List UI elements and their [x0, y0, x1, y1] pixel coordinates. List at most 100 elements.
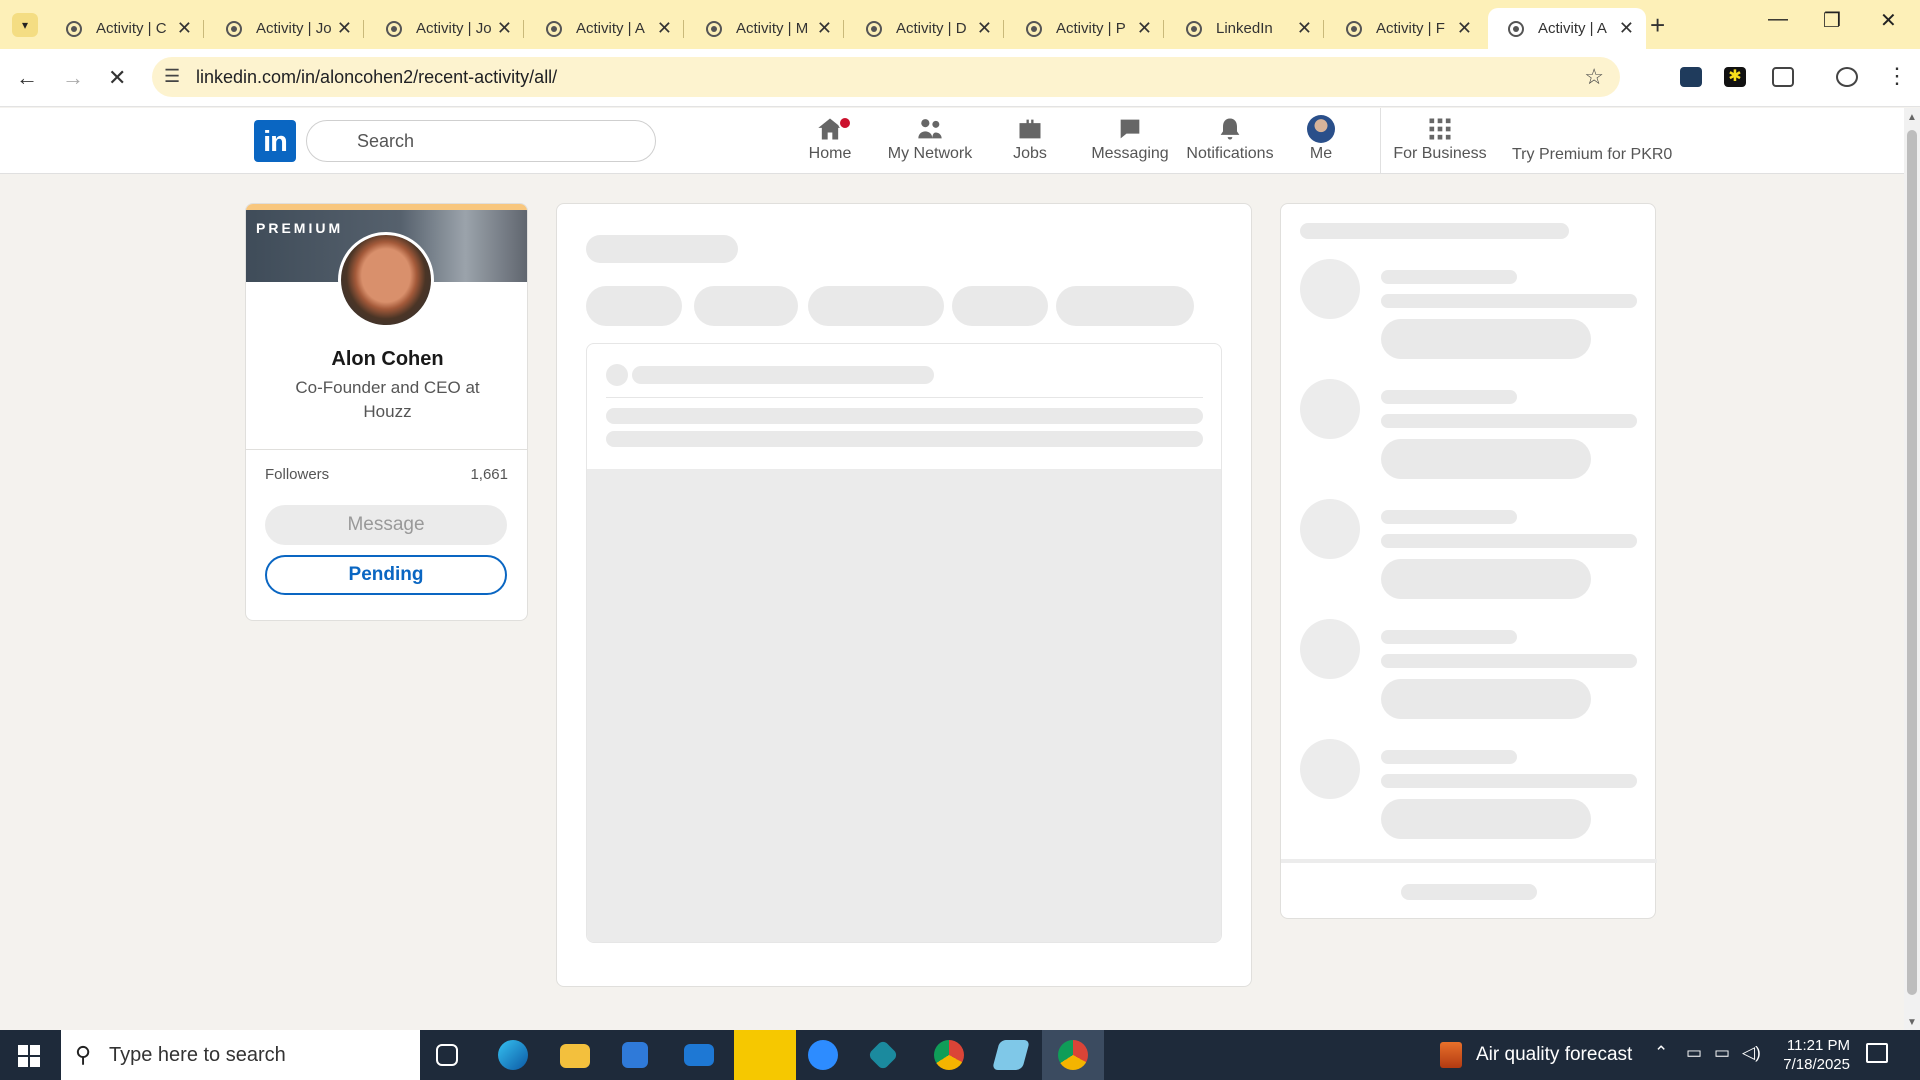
browser-tab[interactable]: Activity | P ✕: [1006, 8, 1164, 49]
skeleton-line: [1381, 654, 1637, 668]
taskbar-search-placeholder: Type here to search: [109, 1044, 286, 1066]
divider: [606, 397, 1203, 398]
url-text[interactable]: linkedin.com/in/aloncohen2/recent-activi…: [196, 67, 557, 88]
taskbar-search-box[interactable]: ⚲ Type here to search: [61, 1030, 420, 1080]
battery-icon[interactable]: ▭: [1686, 1043, 1702, 1063]
nav-my-network[interactable]: My Network: [880, 114, 980, 170]
skeleton-line: [1381, 750, 1517, 764]
browser-tab[interactable]: Activity | Jo ✕: [206, 8, 364, 49]
browser-tab[interactable]: Activity | Jo ✕: [366, 8, 524, 49]
scroll-down-arrow-icon[interactable]: ▼: [1907, 1017, 1917, 1028]
chrome-icon[interactable]: [934, 1040, 964, 1070]
loading-favicon-icon: [1508, 20, 1524, 37]
new-tab-plus-icon[interactable]: +: [1650, 10, 1665, 41]
linkedin-tab-favicon-icon: [226, 20, 242, 37]
skeleton-filter-pill: [586, 286, 682, 326]
browser-tab[interactable]: Activity | A ✕: [526, 8, 684, 49]
skeleton-filter-pill: [952, 286, 1048, 326]
extension-asterisk-icon[interactable]: ✱: [1724, 67, 1746, 87]
linkedin-tab-favicon-icon: [1186, 20, 1202, 37]
close-tab-icon[interactable]: ✕: [177, 18, 192, 39]
close-tab-icon[interactable]: ✕: [1457, 18, 1472, 39]
nav-notifications[interactable]: Notifications: [1180, 114, 1280, 170]
pending-button[interactable]: Pending: [265, 555, 507, 595]
profile-icon[interactable]: [1836, 67, 1858, 87]
close-tab-icon[interactable]: ✕: [817, 18, 832, 39]
browser-tab[interactable]: LinkedIn ✕: [1166, 8, 1324, 49]
close-tab-icon[interactable]: ✕: [1137, 18, 1152, 39]
skeleton-avatar: [606, 364, 628, 386]
linkedin-logo[interactable]: in: [254, 120, 296, 162]
search-input[interactable]: [357, 131, 637, 152]
browser-tab[interactable]: Activity | F ✕: [1326, 8, 1484, 49]
mail-icon[interactable]: [684, 1044, 714, 1066]
weather-icon[interactable]: [1440, 1042, 1462, 1068]
skeleton-line: [1300, 223, 1569, 239]
profile-photo[interactable]: [338, 232, 434, 328]
browser-tab[interactable]: Activity | C ✕: [46, 8, 204, 49]
tab-title: Activity | Jo: [256, 20, 331, 37]
system-clock[interactable]: 11:21 PM 7/18/2025: [1770, 1036, 1850, 1074]
linkedin-tab-favicon-icon: [1026, 20, 1042, 37]
notification-center-icon[interactable]: [1866, 1043, 1888, 1063]
stop-loading-icon[interactable]: ✕: [108, 65, 126, 91]
nav-messaging[interactable]: Messaging: [1080, 114, 1180, 170]
nav-jobs[interactable]: Jobs: [980, 114, 1080, 170]
site-info-icon[interactable]: ☰: [164, 66, 180, 87]
nav-jobs-label: Jobs: [1013, 145, 1047, 162]
file-explorer-icon[interactable]: [560, 1044, 590, 1068]
tab-title: Activity | P: [1056, 20, 1126, 37]
task-view-icon[interactable]: [436, 1044, 458, 1066]
search-box[interactable]: [306, 120, 656, 162]
windows-start-icon[interactable]: [18, 1045, 40, 1067]
try-premium-link[interactable]: Try Premium for PKR0: [1512, 146, 1672, 164]
skeleton-filter-pill: [1056, 286, 1194, 326]
browser-tab[interactable]: Activity | M ✕: [686, 8, 844, 49]
show-hidden-icons-chevron-icon[interactable]: ⌃: [1654, 1043, 1668, 1063]
notes-app-icon[interactable]: [991, 1040, 1031, 1070]
nav-me-label: Me: [1309, 145, 1333, 162]
chrome-menu-icon[interactable]: ⋮: [1886, 63, 1908, 89]
close-tab-icon[interactable]: ✕: [977, 18, 992, 39]
tab-search-button[interactable]: ▾: [12, 13, 38, 37]
microsoft-store-icon[interactable]: [622, 1042, 648, 1068]
profile-name[interactable]: Alon Cohen: [246, 348, 527, 371]
browser-toolbar: ← → ✕ ☰ linkedin.com/in/aloncohen2/recen…: [0, 49, 1920, 107]
zoom-icon[interactable]: [808, 1040, 838, 1070]
restore-window-icon[interactable]: ❐: [1823, 8, 1841, 33]
back-arrow-icon[interactable]: ←: [16, 65, 38, 91]
nav-me[interactable]: Me: [1271, 114, 1371, 170]
sticky-notes-app[interactable]: [734, 1030, 796, 1080]
close-tab-icon[interactable]: ✕: [497, 18, 512, 39]
extensions-puzzle-icon[interactable]: [1772, 67, 1794, 87]
app-diamond-icon[interactable]: [867, 1039, 899, 1071]
linkedin-tab-favicon-icon: [66, 20, 82, 37]
edge-browser-icon[interactable]: [498, 1040, 528, 1070]
nav-home-label: Home: [808, 145, 852, 162]
close-tab-icon[interactable]: ✕: [657, 18, 672, 39]
forward-arrow-icon[interactable]: →: [62, 65, 84, 91]
network-icon[interactable]: ▭: [1714, 1043, 1730, 1063]
nav-for-business[interactable]: For Business: [1390, 114, 1490, 170]
browser-tab[interactable]: Activity | D ✕: [846, 8, 1004, 49]
close-tab-icon[interactable]: ✕: [337, 18, 352, 39]
scrollbar-thumb[interactable]: [1907, 130, 1917, 995]
nav-home[interactable]: Home: [780, 114, 880, 170]
close-tab-icon[interactable]: ✕: [1619, 18, 1634, 39]
browser-tab-active[interactable]: Activity | A ✕: [1488, 8, 1646, 49]
extension-folder-icon[interactable]: [1680, 67, 1702, 87]
chrome-active-app[interactable]: [1042, 1030, 1104, 1080]
message-button[interactable]: Message: [265, 505, 507, 545]
close-tab-icon[interactable]: ✕: [1297, 18, 1312, 39]
weather-text[interactable]: Air quality forecast: [1476, 1044, 1632, 1066]
search-icon: ⚲: [75, 1042, 92, 1067]
nav-messaging-label: Messaging: [1091, 145, 1169, 162]
address-bar[interactable]: ☰ linkedin.com/in/aloncohen2/recent-acti…: [152, 57, 1620, 97]
page-scrollbar[interactable]: ▲ ▼: [1904, 108, 1920, 1030]
close-window-icon[interactable]: ✕: [1880, 8, 1897, 33]
scroll-up-arrow-icon[interactable]: ▲: [1907, 112, 1917, 123]
windows-taskbar: ⚲ Type here to search Air quality foreca…: [0, 1030, 1920, 1080]
volume-icon[interactable]: ◁): [1742, 1043, 1761, 1063]
bookmark-star-icon[interactable]: ☆: [1584, 64, 1604, 90]
minimize-window-icon[interactable]: —: [1768, 8, 1788, 31]
